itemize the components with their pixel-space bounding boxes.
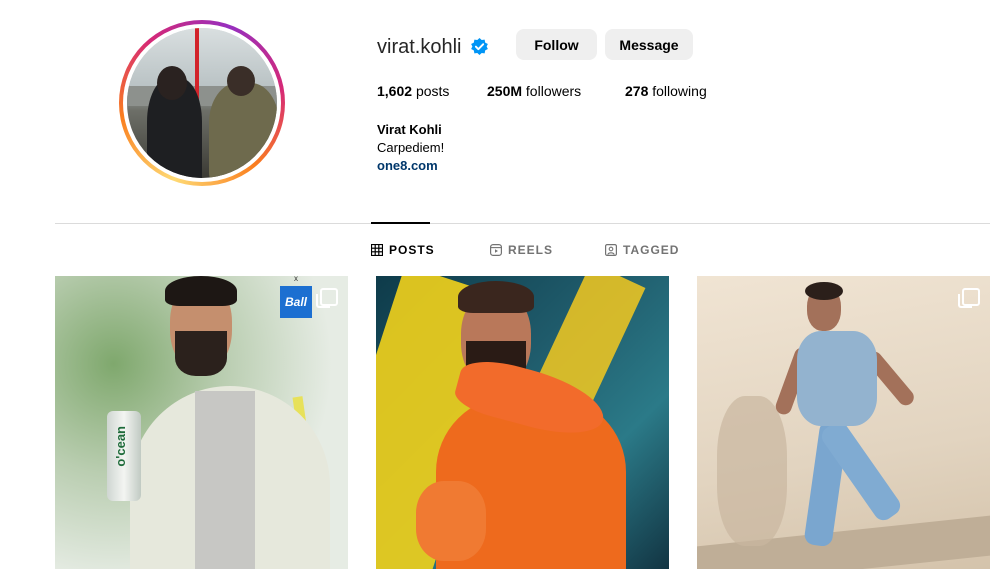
post-thumbnail-2[interactable] [376,276,669,569]
tab-reels[interactable]: REELS [490,243,553,257]
post1-logo-close: x [294,276,298,283]
post3-shirt [797,331,877,426]
profile-website-link[interactable]: one8.com [377,158,438,173]
followers-count[interactable]: 250M followers [487,83,581,99]
avatar-person-left-head [157,66,187,100]
follow-button[interactable]: Follow [516,29,597,60]
post1-can-text: o'cean [113,426,128,467]
tabs-divider [55,223,990,224]
reels-icon [490,244,502,256]
post1-hair [165,276,237,306]
posts-count: 1,602 posts [377,83,449,99]
post3-hair [805,282,843,300]
following-count-label: following [652,83,707,99]
tab-posts[interactable]: POSTS [371,243,435,257]
multiple-images-icon [958,288,980,308]
tagged-icon [605,244,617,256]
post1-ball-logo: Ball [280,286,312,318]
following-count-value: 278 [625,83,649,99]
post-thumbnail-3[interactable] [697,276,990,569]
post2-shoe-2 [416,481,486,561]
post2-hair [458,281,534,313]
multiple-images-icon [316,288,338,308]
posts-count-value: 1,602 [377,83,413,99]
avatar-person-right-head [227,66,255,96]
tab-posts-label: POSTS [389,243,435,257]
message-button[interactable]: Message [605,29,693,60]
active-tab-indicator [371,222,430,224]
post1-tshirt [195,391,255,569]
profile-username: virat.kohli [377,36,462,58]
verified-badge-icon [471,37,488,56]
post3-shadow [717,396,787,546]
following-count[interactable]: 278 following [625,83,707,99]
posts-count-label: posts [415,83,450,99]
tab-tagged[interactable]: TAGGED [605,243,679,257]
followers-count-value: 250M [487,83,523,99]
profile-avatar[interactable] [127,28,277,178]
tab-tagged-label: TAGGED [623,243,680,257]
post-thumbnail-1[interactable]: o'cean Ball x [55,276,348,569]
grid-icon [371,244,383,256]
followers-count-label: followers [525,83,582,99]
tab-reels-label: REELS [508,243,554,257]
profile-avatar-ring[interactable] [119,20,285,186]
profile-bio: Carpediem! [377,140,445,155]
avatar-person-right [209,83,277,178]
profile-full-name: Virat Kohli [377,122,442,137]
post1-beard [175,331,227,376]
